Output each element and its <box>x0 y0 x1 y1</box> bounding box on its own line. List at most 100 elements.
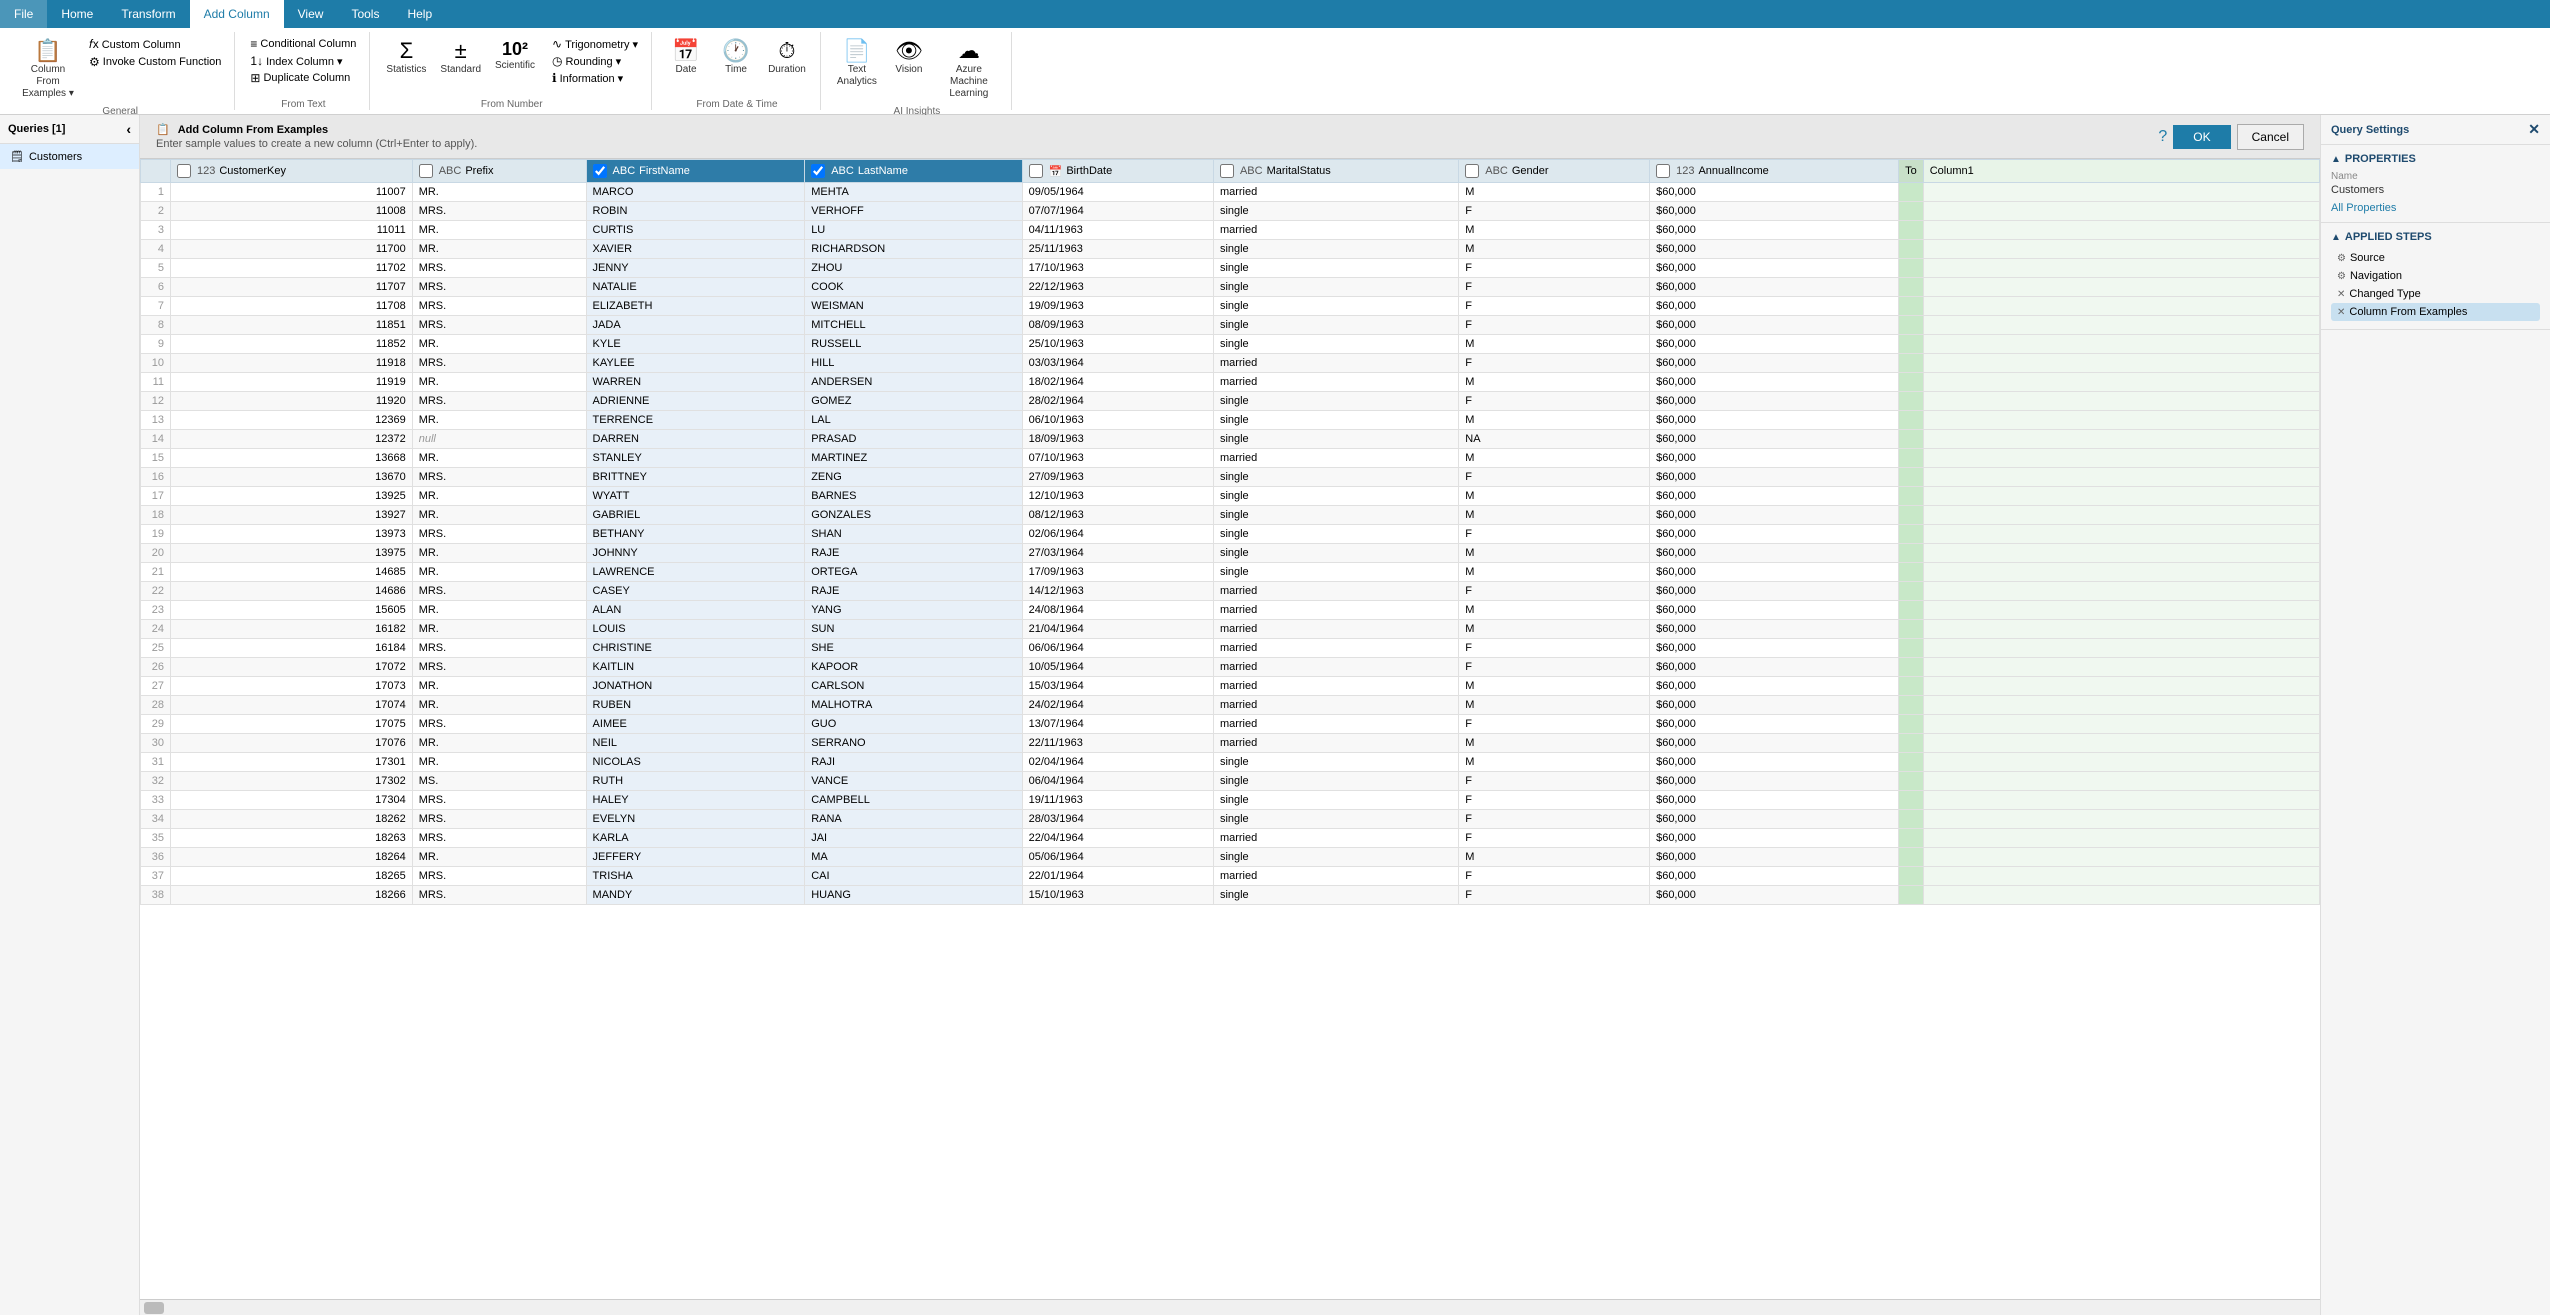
prefix-checkbox[interactable] <box>419 164 433 178</box>
column1-cell[interactable] <box>1923 886 2319 905</box>
cancel-button[interactable]: Cancel <box>2237 124 2304 150</box>
firstname-checkbox[interactable] <box>593 164 607 178</box>
customers-query-item[interactable]: 🗒 Customers <box>0 144 139 169</box>
column1-cell[interactable] <box>1923 582 2319 601</box>
column1-cell[interactable] <box>1923 221 2319 240</box>
column1-cell[interactable] <box>1923 639 2319 658</box>
step-source[interactable]: ⚙ Source <box>2331 249 2540 267</box>
lastname-checkbox[interactable] <box>811 164 825 178</box>
conditional-column-button[interactable]: ≡ Conditional Column <box>245 36 361 52</box>
column1-cell[interactable] <box>1923 335 2319 354</box>
column1-cell[interactable] <box>1923 867 2319 886</box>
col-header-firstname[interactable]: ABC FirstName <box>586 160 805 183</box>
column1-cell[interactable] <box>1923 601 2319 620</box>
column1-cell[interactable] <box>1923 430 2319 449</box>
column1-cell[interactable] <box>1923 525 2319 544</box>
column1-cell[interactable] <box>1923 544 2319 563</box>
gender-checkbox[interactable] <box>1465 164 1479 178</box>
all-properties-link[interactable]: All Properties <box>2331 202 2396 214</box>
tab-transform[interactable]: Transform <box>107 0 189 28</box>
tab-home[interactable]: Home <box>47 0 107 28</box>
tab-add-column[interactable]: Add Column <box>190 0 284 28</box>
step-navigation[interactable]: ⚙ Navigation <box>2331 267 2540 285</box>
column1-cell[interactable] <box>1923 411 2319 430</box>
step-changed-type[interactable]: ✕ Changed Type <box>2331 285 2540 303</box>
row-num-cell: 11 <box>141 373 171 392</box>
column1-cell[interactable] <box>1923 848 2319 867</box>
column1-cell[interactable] <box>1923 373 2319 392</box>
collapse-icon[interactable]: ‹ <box>126 121 131 137</box>
customerkey-checkbox[interactable] <box>177 164 191 178</box>
scientific-button[interactable]: 10² Scientific <box>489 36 541 76</box>
standard-button[interactable]: ± Standard <box>434 36 487 80</box>
annualincome-checkbox[interactable] <box>1656 164 1670 178</box>
index-column-button[interactable]: 1↓ Index Column ▾ <box>245 53 361 69</box>
time-button[interactable]: 🕐 Time <box>712 36 760 80</box>
lastname-cell: CARLSON <box>805 677 1022 696</box>
duration-button[interactable]: ⏱ Duration <box>762 36 812 80</box>
step-column-from-examples[interactable]: ✕ Column From Examples <box>2331 303 2540 321</box>
column1-cell[interactable] <box>1923 620 2319 639</box>
column1-cell[interactable] <box>1923 468 2319 487</box>
column1-cell[interactable] <box>1923 259 2319 278</box>
column1-cell[interactable] <box>1923 658 2319 677</box>
col-header-maritalstatus[interactable]: ABC MaritalStatus <box>1213 160 1458 183</box>
ok-button[interactable]: OK <box>2173 125 2230 149</box>
date-button[interactable]: 📅 Date <box>662 36 710 80</box>
invoke-custom-function-button[interactable]: ⚙ Invoke Custom Function <box>84 54 226 70</box>
col-header-column1[interactable]: Column1 <box>1923 160 2319 183</box>
text-analytics-button[interactable]: 📄 TextAnalytics <box>831 36 883 92</box>
column1-cell[interactable] <box>1923 791 2319 810</box>
birthdate-checkbox[interactable] <box>1029 164 1043 178</box>
annualincome-cell: $60,000 <box>1650 449 1899 468</box>
column1-cell[interactable] <box>1923 810 2319 829</box>
h-scroll-thumb[interactable] <box>144 1302 164 1314</box>
tab-file[interactable]: File <box>0 0 47 28</box>
column1-cell[interactable] <box>1923 506 2319 525</box>
column1-cell[interactable] <box>1923 240 2319 259</box>
column1-cell[interactable] <box>1923 563 2319 582</box>
column1-cell[interactable] <box>1923 487 2319 506</box>
azure-ml-button[interactable]: ☁ Azure MachineLearning <box>935 36 1003 104</box>
step-x-changed-type[interactable]: ✕ <box>2337 289 2345 300</box>
tab-help[interactable]: Help <box>393 0 446 28</box>
col-header-annualincome[interactable]: 123 AnnualIncome <box>1650 160 1899 183</box>
help-icon[interactable]: ? <box>2158 128 2167 146</box>
step-gear-source[interactable]: ⚙ <box>2337 253 2346 264</box>
step-gear-navigation[interactable]: ⚙ <box>2337 271 2346 282</box>
column1-cell[interactable] <box>1923 449 2319 468</box>
column1-cell[interactable] <box>1923 297 2319 316</box>
trigonometry-button[interactable]: ∿ Trigonometry ▾ <box>547 36 643 52</box>
query-settings-close-icon[interactable]: ✕ <box>2528 121 2540 138</box>
column1-cell[interactable] <box>1923 316 2319 335</box>
column1-cell[interactable] <box>1923 354 2319 373</box>
col-header-prefix[interactable]: ABC Prefix <box>412 160 586 183</box>
statistics-button[interactable]: Σ Statistics <box>380 36 432 80</box>
tab-view[interactable]: View <box>284 0 338 28</box>
column-from-examples-button[interactable]: 📋 Column FromExamples ▾ <box>14 36 82 104</box>
column1-cell[interactable] <box>1923 772 2319 791</box>
information-button[interactable]: ℹ Information ▾ <box>547 70 643 86</box>
step-x-column-examples[interactable]: ✕ <box>2337 307 2345 318</box>
column1-cell[interactable] <box>1923 278 2319 297</box>
column1-cell[interactable] <box>1923 734 2319 753</box>
custom-column-button[interactable]: 𝑓x Custom Column <box>84 36 226 53</box>
col-header-birthdate[interactable]: 📅 BirthDate <box>1022 160 1213 183</box>
column1-cell[interactable] <box>1923 677 2319 696</box>
column1-cell[interactable] <box>1923 753 2319 772</box>
maritalstatus-checkbox[interactable] <box>1220 164 1234 178</box>
column1-cell[interactable] <box>1923 696 2319 715</box>
column1-cell[interactable] <box>1923 183 2319 202</box>
column1-cell[interactable] <box>1923 715 2319 734</box>
vision-button[interactable]: 👁 Vision <box>885 36 933 80</box>
col-header-lastname[interactable]: ABC LastName <box>805 160 1022 183</box>
col-header-customerkey[interactable]: 123 CustomerKey <box>171 160 413 183</box>
tab-tools[interactable]: Tools <box>337 0 393 28</box>
rounding-button[interactable]: ◷ Rounding ▾ <box>547 53 643 69</box>
horizontal-scrollbar[interactable] <box>140 1299 2320 1315</box>
column1-cell[interactable] <box>1923 829 2319 848</box>
col-header-gender[interactable]: ABC Gender <box>1459 160 1650 183</box>
column1-cell[interactable] <box>1923 202 2319 221</box>
column1-cell[interactable] <box>1923 392 2319 411</box>
duplicate-column-button[interactable]: ⊞ Duplicate Column <box>245 70 361 86</box>
